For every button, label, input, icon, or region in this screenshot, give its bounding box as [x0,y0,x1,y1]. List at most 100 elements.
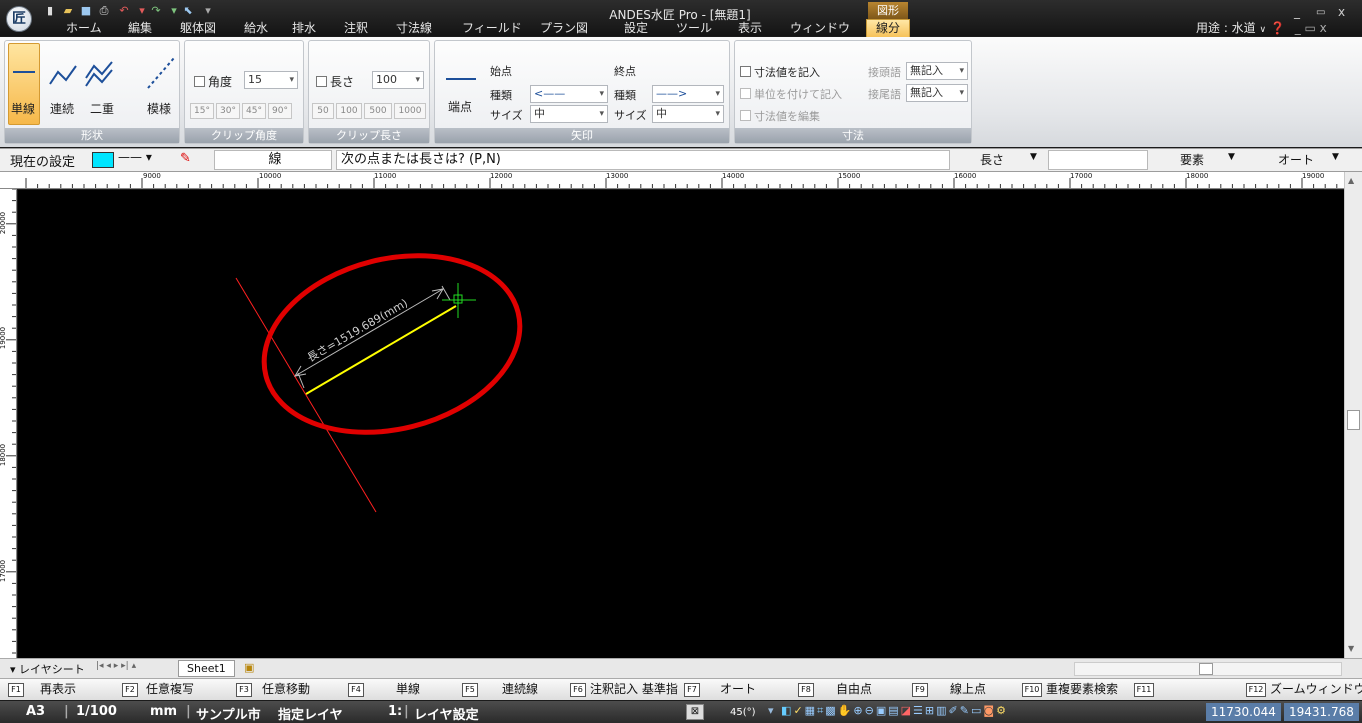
vertical-scrollbar[interactable]: ▲ ▼ [1344,172,1362,658]
double-line-icon[interactable] [84,60,114,88]
f4-button[interactable]: F4 単線 [348,680,420,698]
table-icon[interactable]: ⊞ [925,704,936,717]
snap-toggle-icon[interactable]: ⊠ [686,704,704,720]
scroll-up-icon[interactable]: ▲ [1348,176,1354,185]
f7-button[interactable]: F7 オート [684,680,756,698]
pen-tool-icon[interactable]: ◪ [901,704,913,717]
clip-angle-preset-30[interactable]: 30° [216,103,240,119]
tab-annotation[interactable]: 注釈 [344,19,368,37]
clip-angle-preset-90[interactable]: 90° [268,103,292,119]
zoom-icon[interactable]: ▩ [825,704,837,717]
f6-button[interactable]: F6 注釈記入 基準指定 [570,680,678,698]
with-unit-checkbox[interactable]: 単位を付けて記入 [740,86,842,102]
layer-list-icon[interactable]: ☰ [913,704,925,717]
f2-button[interactable]: F2 任意複写 [122,680,194,698]
tab-view[interactable]: 表示 [738,19,762,37]
select-icon[interactable]: ⬉ [180,4,196,18]
angle-display[interactable]: 45(°) [730,707,756,718]
tab-tools[interactable]: ツール [676,19,712,37]
frame-icon[interactable]: ▤ [888,704,900,717]
prefix-select[interactable]: 無記入 ▾ [906,62,968,80]
undo-icon[interactable]: ↶ [116,4,132,18]
scroll-thumb[interactable] [1347,410,1360,430]
color-icon[interactable]: ◙ [983,704,996,717]
tab-drainage[interactable]: 排水 [292,19,316,37]
toolbar-dropdown-icon[interactable]: ▾ [768,704,776,717]
horizontal-scrollbar[interactable] [1074,662,1342,676]
sheet-nav-icon[interactable]: |◂ ◂ ▸ ▸| ▴ [96,661,136,671]
window-icon[interactable]: ▣ [876,704,888,717]
help-icon[interactable]: ❓ [1270,21,1285,35]
element-dropdown-icon[interactable]: ▼ [1228,152,1235,162]
tab-water-supply[interactable]: 給水 [244,19,268,37]
tab-dimension[interactable]: 寸法線 [396,19,432,37]
double-line-label[interactable]: 二重 [90,100,114,117]
ribbon-minimize-icon[interactable]: _ ▭ x [1295,21,1327,35]
record-dimension-checkbox[interactable]: 寸法値を記入 [740,64,820,80]
current-color-swatch[interactable] [92,152,114,168]
clip-length-checkbox[interactable]: 長さ [316,73,354,90]
tab-settings[interactable]: 設定 [624,19,648,37]
sheet-tab-sheet1[interactable]: Sheet1 [178,660,235,677]
f11-button[interactable]: F11 [1134,680,1158,698]
f5-button[interactable]: F5 連続線 [462,680,538,698]
clip-length-preset-500[interactable]: 500 [364,103,392,119]
paint-icon[interactable]: ✎ [960,704,971,717]
open-folder-icon[interactable]: ▰ [60,4,76,18]
f9-button[interactable]: F9 線上点 [912,680,986,698]
layer-sheet-tab[interactable]: ▾ レイヤシート [10,661,85,677]
paper-size[interactable]: A3 [26,704,45,719]
arrow-end-kind-select[interactable]: ——> ▾ [652,85,724,103]
clip-length-preset-1000[interactable]: 1000 [394,103,426,119]
city-name[interactable]: サンプル市 [196,704,261,723]
close-icon[interactable]: x [1338,5,1345,19]
tab-field[interactable]: フィールド [462,19,522,37]
pattern-line-icon[interactable] [146,56,176,90]
clip-length-preset-50[interactable]: 50 [312,103,334,119]
scale[interactable]: 1/100 [76,704,117,719]
grid-icon[interactable]: ▦ [805,704,817,717]
status-toolbar[interactable]: ▾ ◧✓▦⌗▩✋⊕⊖▣▤◪☰⊞▥✐✎▭◙⚙ [768,704,1008,718]
clip-length-select[interactable]: 100 ▾ [372,71,424,89]
f3-button[interactable]: F3 任意移動 [236,680,310,698]
save-icon[interactable]: ■ [78,4,94,18]
qat-customize-icon[interactable]: ▾ [200,4,216,18]
continuous-line-icon[interactable] [48,62,78,88]
arrow-end-size-select[interactable]: 中 ▾ [652,105,724,123]
tab-structure[interactable]: 躯体図 [180,19,216,37]
continuous-line-label[interactable]: 連続 [50,100,74,117]
brush-icon[interactable]: ✐ [949,704,960,717]
arrow-start-size-select[interactable]: 中 ▾ [530,105,608,123]
f12-button[interactable]: F12 ズームウィンドウ [1246,680,1362,698]
drawing-canvas[interactable]: 長さ=1519.689(mm) [18,190,1344,658]
app-logo[interactable]: 匠 [6,6,32,32]
line-style-select[interactable]: —— ▾ [118,150,152,164]
f10-button[interactable]: F10 重複要素検索 [1022,680,1118,698]
ortho-icon[interactable]: ✓ [793,704,804,717]
f1-button[interactable]: F1 再表示 [8,680,76,698]
layer-number[interactable]: 1: [388,704,402,719]
zoom-in-icon[interactable]: ⊕ [853,704,864,717]
settings-gear-icon[interactable]: ⚙ [996,704,1008,717]
clip-angle-select[interactable]: 15 ▾ [244,71,298,89]
layer-mode[interactable]: 指定レイヤ [278,704,343,723]
tab-plan[interactable]: プラン図 [540,19,588,37]
doc-icon[interactable]: ▥ [936,704,948,717]
endpoint-button[interactable]: 端点 [448,98,472,115]
hscroll-thumb[interactable] [1199,663,1213,675]
auto-dropdown-icon[interactable]: ▼ [1332,152,1339,162]
new-file-icon[interactable]: ▮ [42,4,58,18]
purpose-selector[interactable]: 用途 : 水道 ∨ ❓ _ ▭ x [1196,19,1327,36]
layer-setting[interactable]: レイヤ設定 [414,704,479,723]
f8-button[interactable]: F8 自由点 [798,680,872,698]
snap-icon[interactable]: ◧ [781,704,793,717]
length-dropdown-icon[interactable]: ▼ [1030,152,1037,162]
length-input[interactable] [1048,150,1148,170]
scroll-down-icon[interactable]: ▼ [1348,644,1354,653]
screen-icon[interactable]: ▭ [971,704,983,717]
suffix-select[interactable]: 無記入 ▾ [906,84,968,102]
print-icon[interactable]: ⎙ [96,4,112,18]
pattern-line-label[interactable]: 模様 [147,100,171,117]
tab-window[interactable]: ウィンドウ [790,19,850,37]
new-sheet-icon[interactable]: ▣ [244,661,254,674]
